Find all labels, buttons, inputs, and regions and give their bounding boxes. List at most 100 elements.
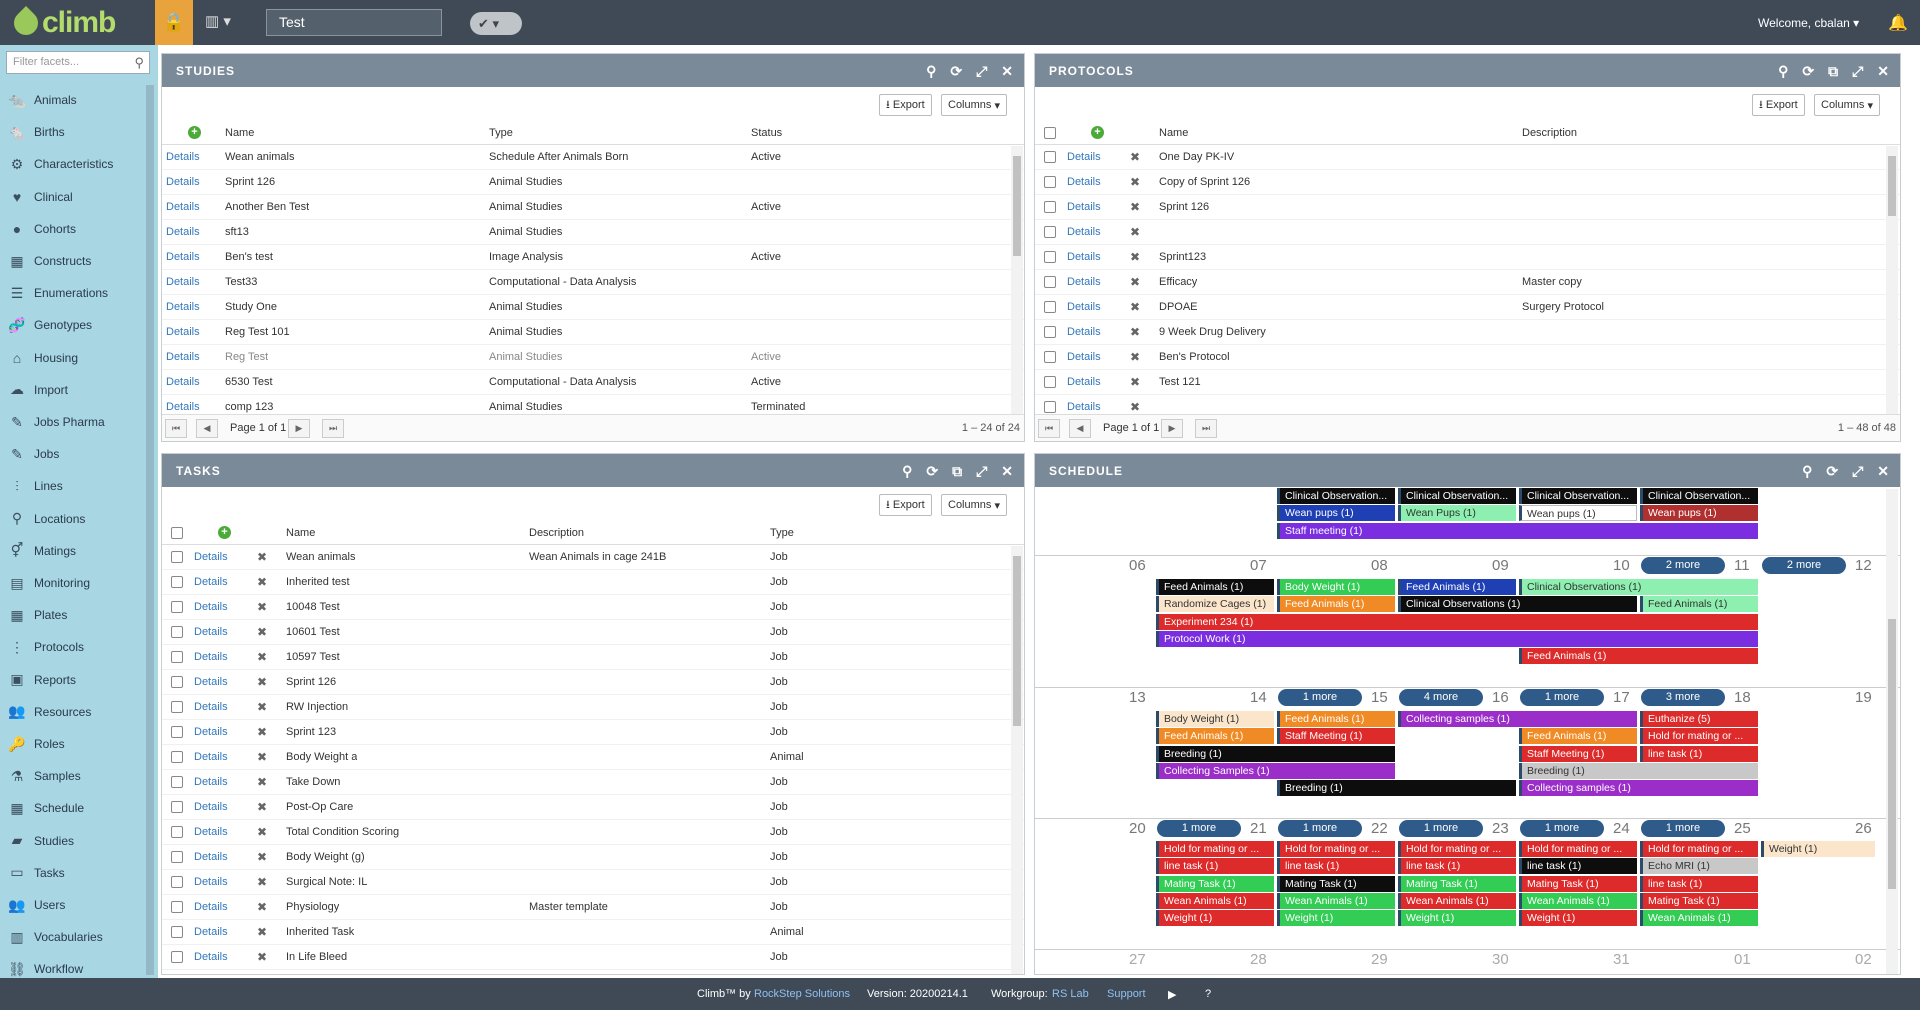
sidebar-item-matings[interactable]: ⚥ Matings [6, 535, 144, 567]
table-row[interactable]: Details ✖ Surgical Note: IL Job [162, 870, 1024, 895]
calendar-event[interactable]: Mating Task (1) [1519, 875, 1637, 892]
details-link[interactable]: Details [166, 301, 200, 313]
row-checkbox[interactable] [171, 876, 183, 888]
calendar-event[interactable]: Clinical Observation... [1640, 488, 1758, 504]
sidebar-item-jobs[interactable]: ✎ Jobs [6, 438, 144, 470]
column-header-name[interactable]: Name [1159, 127, 1188, 139]
table-row[interactable]: Details ✖ 10048 Test Job [162, 595, 1024, 620]
row-checkbox[interactable] [171, 801, 183, 813]
row-checkbox[interactable] [171, 626, 183, 638]
details-link[interactable]: Details [194, 851, 228, 863]
table-row[interactable]: Details ✖ In Life Bleed Job [162, 945, 1024, 970]
table-row[interactable]: Details ✖ Wean animals Wean Animals in cage… [162, 545, 1024, 570]
export-button[interactable]: ⭳ Export [879, 94, 932, 116]
prev-page-icon[interactable]: ◀ [196, 419, 218, 438]
table-row[interactable]: Details ✖ Sprint 126 [1035, 195, 1900, 220]
calendar-event[interactable]: Body Weight (1) [1156, 711, 1274, 727]
day-number[interactable]: 16 [1492, 689, 1509, 706]
calendar-event[interactable]: Hold for mating or ... [1640, 728, 1758, 745]
table-row[interactable]: Details ✖ Inherited test Job [162, 570, 1024, 595]
table-row[interactable]: Details ✖ Inherited Task Animal [162, 920, 1024, 945]
more-events-pill[interactable]: 1 more [1278, 820, 1362, 837]
sidebar-item-monitoring[interactable]: ▤ Monitoring [6, 567, 144, 599]
column-header-description[interactable]: Description [529, 527, 584, 539]
calendar-event[interactable]: Clinical Observation... [1519, 488, 1637, 504]
day-number[interactable]: 22 [1371, 820, 1388, 837]
table-row[interactable]: Details ✖ Efficacy Master copy [1035, 270, 1900, 295]
refresh-icon[interactable]: ⟳ [950, 63, 963, 80]
copy-icon[interactable]: ⧉ [952, 463, 963, 480]
column-header-type[interactable]: Type [489, 127, 513, 139]
search-icon[interactable]: ⚲ [902, 463, 913, 480]
day-number[interactable]: 12 [1855, 557, 1872, 574]
details-link[interactable]: Details [194, 951, 228, 963]
sidebar-item-enumerations[interactable]: ☰ Enumerations [6, 277, 144, 309]
calendar-event[interactable]: line task (1) [1398, 858, 1516, 875]
sidebar-item-roles[interactable]: 🔑 Roles [6, 728, 144, 760]
day-number[interactable]: 20 [1129, 820, 1146, 837]
row-checkbox[interactable] [1044, 151, 1056, 163]
sidebar-item-protocols[interactable]: ⋮ Protocols [6, 631, 144, 663]
columns-button[interactable]: Columns ▾ [941, 94, 1007, 116]
details-link[interactable]: Details [166, 176, 200, 188]
search-icon[interactable]: ⚲ [1778, 63, 1789, 80]
table-row[interactable]: Details sft13 Animal Studies [162, 220, 1024, 245]
table-row[interactable]: Details ✖ Physiology Master template Job [162, 895, 1024, 920]
sidebar-item-reports[interactable]: ▣ Reports [6, 664, 144, 696]
select-all-checkbox[interactable] [1044, 127, 1056, 139]
calendar-event[interactable]: Wean Pups (1) [1398, 505, 1516, 522]
calendar-event[interactable]: Feed Animals (1) [1640, 596, 1758, 613]
day-number[interactable]: 07 [1250, 557, 1267, 574]
calendar-event[interactable]: Wean Animals (1) [1156, 892, 1274, 909]
table-row[interactable]: Details ✖ Sprint 123 Job [162, 720, 1024, 745]
export-button[interactable]: ⭳ Export [1752, 94, 1805, 116]
table-row[interactable]: Details Another Ben Test Animal Studies Act… [162, 195, 1024, 220]
table-row[interactable]: Details ✖ Take Down Job [162, 770, 1024, 795]
search-icon[interactable]: ⚲ [1802, 463, 1813, 480]
calendar-event[interactable]: Staff meeting (1) [1277, 522, 1758, 539]
details-link[interactable]: Details [166, 151, 200, 163]
calendar-event[interactable]: Feed Animals (1) [1156, 579, 1274, 595]
table-row[interactable]: Details ✖ Sprint123 [1035, 245, 1900, 270]
delete-icon[interactable]: ✖ [1130, 400, 1140, 414]
day-number[interactable]: 15 [1371, 689, 1388, 706]
row-checkbox[interactable] [1044, 301, 1056, 313]
details-link[interactable]: Details [166, 376, 200, 388]
day-number[interactable]: 28 [1250, 951, 1267, 968]
details-link[interactable]: Details [194, 876, 228, 888]
row-checkbox[interactable] [171, 651, 183, 663]
calendar-event[interactable]: Collecting samples (1) [1398, 711, 1637, 727]
day-number[interactable]: 23 [1492, 820, 1509, 837]
row-checkbox[interactable] [171, 926, 183, 938]
protocols-scrollbar[interactable] [1886, 146, 1898, 416]
table-row[interactable]: Details 6530 Test Computational - Data Ana… [162, 370, 1024, 395]
row-checkbox[interactable] [171, 701, 183, 713]
calendar-event[interactable]: Weight (1) [1761, 841, 1875, 857]
delete-icon[interactable]: ✖ [257, 650, 267, 664]
more-events-pill[interactable]: 1 more [1520, 689, 1604, 706]
filter-facets-input[interactable]: Filter facets... ⚲ [6, 51, 150, 74]
details-link[interactable]: Details [166, 226, 200, 238]
table-row[interactable]: Details ✖ RW Injection Job [162, 695, 1024, 720]
lock-button[interactable]: 🔒 [155, 0, 193, 45]
details-link[interactable]: Details [194, 751, 228, 763]
details-link[interactable]: Details [166, 351, 200, 363]
bell-icon[interactable]: 🔔 [1888, 13, 1908, 33]
table-row[interactable]: Details ✖ Ben's Protocol [1035, 345, 1900, 370]
table-row[interactable]: Details ✖ Total Condition Scoring Job [162, 820, 1024, 845]
sidebar-item-studies[interactable]: ▰ Studies [6, 825, 144, 857]
calendar-event[interactable]: Euthanize (5) [1640, 711, 1758, 727]
columns-button[interactable]: Columns ▾ [941, 494, 1007, 516]
table-row[interactable]: Details ✖ 10597 Test Job [162, 645, 1024, 670]
table-row[interactable]: Details ✖ Sprint 126 Job [162, 670, 1024, 695]
table-row[interactable]: Details ✖ Body Weight (g) Job [162, 845, 1024, 870]
delete-icon[interactable]: ✖ [257, 750, 267, 764]
calendar-event[interactable]: Collecting samples (1) [1519, 780, 1758, 797]
row-checkbox[interactable] [171, 726, 183, 738]
sidebar-scrollbar[interactable] [146, 85, 154, 975]
details-link[interactable]: Details [1067, 251, 1101, 263]
row-checkbox[interactable] [171, 751, 183, 763]
calendar-event[interactable]: line task (1) [1640, 875, 1758, 892]
details-link[interactable]: Details [1067, 326, 1101, 338]
select-all-checkbox[interactable] [171, 527, 183, 539]
